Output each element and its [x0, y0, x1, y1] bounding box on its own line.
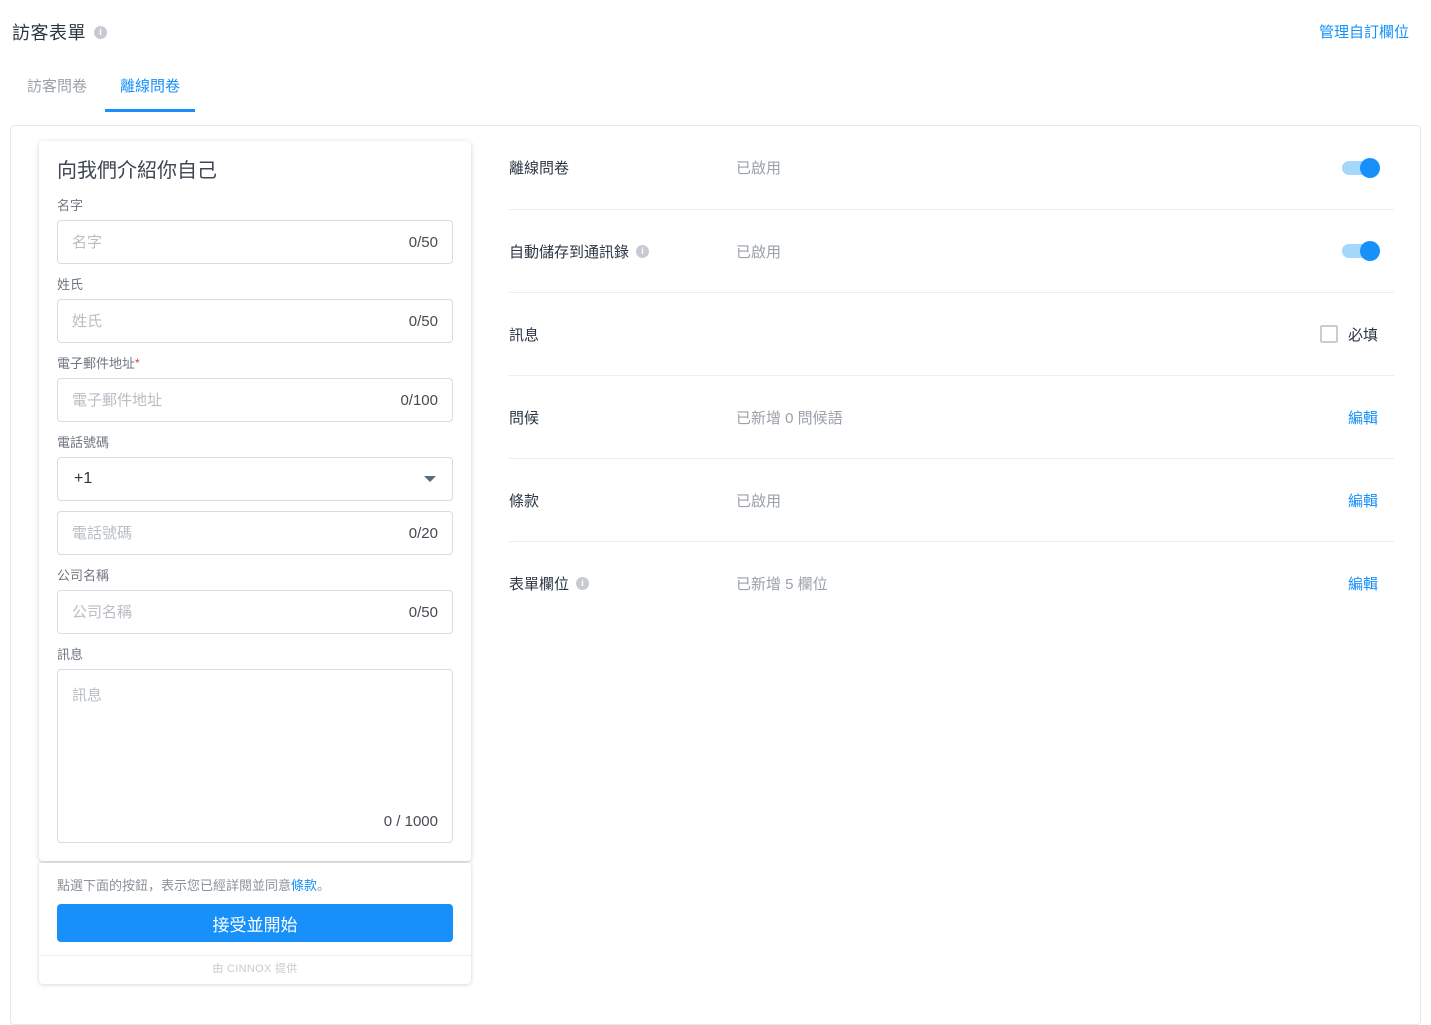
setting-status: 已新增 5 欄位 — [736, 575, 828, 593]
setting-status: 已啟用 — [736, 243, 782, 261]
settings-row-form-fields: 表單欄位 已新增 5 欄位 編輯 — [509, 541, 1394, 624]
setting-label: 條款 — [509, 492, 540, 510]
setting-label: 問候 — [509, 409, 540, 427]
settings-row-offline-enquiry: 離線問卷 已啟用 — [509, 126, 1394, 209]
terms-edit-link[interactable]: 編輯 — [1348, 490, 1378, 511]
terms-link[interactable]: 條款 — [291, 878, 317, 893]
country-code-value: +1 — [74, 470, 93, 487]
settings-row-terms: 條款 已啟用 編輯 — [509, 458, 1394, 541]
settings-panel: 離線問卷 已啟用 自動儲存到通訊錄 已啟用 訊息 — [509, 126, 1394, 624]
tab-offline-enquiry[interactable]: 離線問卷 — [105, 75, 196, 112]
phone-field-box: 0/20 — [57, 511, 453, 555]
message-required-checkbox[interactable] — [1319, 325, 1338, 343]
first-name-field-box: 0/50 — [57, 220, 453, 264]
message-required-checkbox-wrap: 必填 — [1319, 324, 1378, 345]
toggle-knob — [1360, 157, 1380, 178]
page-header: 訪客表單 管理自訂欄位 — [0, 0, 1431, 45]
required-checkbox-label: 必填 — [1347, 326, 1378, 344]
info-icon[interactable] — [576, 576, 590, 590]
agreement-text: 點選下面的按鈕，表示您已經詳閱並同意條款。 — [57, 878, 331, 893]
phone-input[interactable] — [58, 512, 409, 554]
message-textarea[interactable] — [58, 670, 452, 808]
required-asterisk: * — [135, 356, 140, 370]
first-name-input[interactable] — [58, 221, 409, 263]
last-name-counter: 0/50 — [408, 312, 438, 330]
info-icon[interactable] — [94, 25, 107, 39]
email-counter: 0/100 — [400, 391, 438, 409]
message-counter: 0 / 1000 — [383, 813, 438, 830]
form-fields-edit-link[interactable]: 編輯 — [1348, 573, 1378, 594]
setting-label: 離線問卷 — [509, 160, 570, 177]
toggle-knob — [1360, 241, 1380, 261]
last-name-input[interactable] — [58, 300, 409, 342]
setting-status: 已啟用 — [736, 492, 782, 510]
first-name-label: 名字 — [57, 198, 84, 213]
message-label: 訊息 — [57, 647, 84, 662]
setting-label: 表單欄位 — [509, 573, 736, 594]
content-card: 向我們介紹你自己 名字 0/50 姓氏 0/50 電子郵件地址* 0/100 電… — [10, 125, 1421, 1025]
company-label: 公司名稱 — [57, 568, 110, 583]
form-preview-footer: 點選下面的按鈕，表示您已經詳閱並同意條款。 接受並開始 由 CINNOX 提供 — [39, 863, 471, 984]
setting-status: 已新增 0 問候語 — [736, 409, 843, 427]
phone-label: 電話號碼 — [57, 435, 110, 450]
auto-save-contacts-toggle[interactable] — [1342, 241, 1380, 261]
tab-bar: 訪客問卷 離線問卷 — [12, 75, 1431, 112]
last-name-field-box: 0/50 — [57, 299, 453, 343]
settings-row-auto-save-contacts: 自動儲存到通訊錄 已啟用 — [509, 209, 1394, 292]
setting-label: 自動儲存到通訊錄 — [509, 241, 736, 262]
setting-status: 已啟用 — [736, 160, 782, 177]
last-name-label: 姓氏 — [57, 277, 84, 292]
info-icon[interactable] — [636, 244, 650, 258]
page-title-wrap: 訪客表單 — [12, 19, 107, 45]
form-preview-title: 向我們介紹你自己 — [57, 160, 217, 182]
phone-counter: 0/20 — [408, 524, 438, 542]
first-name-counter: 0/50 — [408, 233, 438, 251]
message-field-box: 0 / 1000 — [57, 669, 453, 843]
company-counter: 0/50 — [408, 603, 438, 621]
form-preview-card: 向我們介紹你自己 名字 0/50 姓氏 0/50 電子郵件地址* 0/100 電… — [39, 141, 471, 861]
accept-and-start-button[interactable]: 接受並開始 — [57, 904, 453, 942]
page-title: 訪客表單 — [12, 23, 86, 43]
email-field-box: 0/100 — [57, 378, 453, 422]
settings-row-message: 訊息 必填 — [509, 292, 1394, 375]
email-input[interactable] — [58, 379, 401, 421]
company-input[interactable] — [58, 591, 409, 633]
setting-label: 訊息 — [509, 326, 540, 344]
powered-by-cinnox: 由 CINNOX 提供 — [39, 955, 471, 979]
tab-visitor-enquiry[interactable]: 訪客問卷 — [12, 75, 102, 112]
settings-row-greeting: 問候 已新增 0 問候語 編輯 — [509, 375, 1394, 458]
manage-custom-fields-link[interactable]: 管理自訂欄位 — [1319, 21, 1409, 42]
greeting-edit-link[interactable]: 編輯 — [1348, 407, 1378, 428]
email-label: 電子郵件地址* — [57, 356, 140, 371]
company-field-box: 0/50 — [57, 590, 453, 634]
offline-enquiry-toggle[interactable] — [1342, 157, 1380, 178]
visitor-form-settings-page: 訪客表單 管理自訂欄位 訪客問卷 離線問卷 向我們介紹你自己 名字 0/50 姓… — [0, 0, 1431, 1025]
country-code-select[interactable]: +1 — [57, 457, 453, 501]
chevron-down-icon — [424, 476, 436, 482]
